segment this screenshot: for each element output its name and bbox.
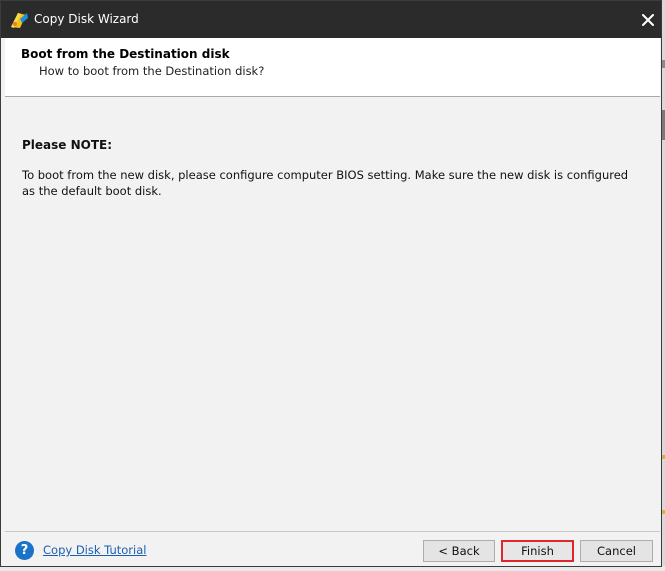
copy-disk-wizard-app-icon xyxy=(9,10,29,30)
window-title: Copy Disk Wizard xyxy=(34,12,139,26)
finish-button[interactable]: Finish xyxy=(501,540,574,562)
wizard-content: Please NOTE: To boot from the new disk, … xyxy=(5,97,660,531)
step-subtitle: How to boot from the Destination disk? xyxy=(39,64,265,78)
question-icon[interactable]: ? xyxy=(15,541,34,560)
copy-disk-wizard-dialog: Copy Disk Wizard Boot from the Destinati… xyxy=(0,0,662,567)
copy-disk-tutorial-link[interactable]: Copy Disk Tutorial xyxy=(43,543,146,557)
title-bar[interactable]: Copy Disk Wizard xyxy=(1,1,661,38)
note-text: To boot from the new disk, please config… xyxy=(22,168,629,198)
footer-divider xyxy=(5,531,660,532)
cancel-button[interactable]: Cancel xyxy=(580,540,653,562)
back-button[interactable]: < Back xyxy=(423,540,495,562)
step-title: Boot from the Destination disk xyxy=(21,47,230,61)
close-button[interactable] xyxy=(635,7,661,33)
close-icon xyxy=(642,14,654,26)
note-heading: Please NOTE: xyxy=(22,138,113,152)
wizard-header: Boot from the Destination disk How to bo… xyxy=(5,38,660,97)
